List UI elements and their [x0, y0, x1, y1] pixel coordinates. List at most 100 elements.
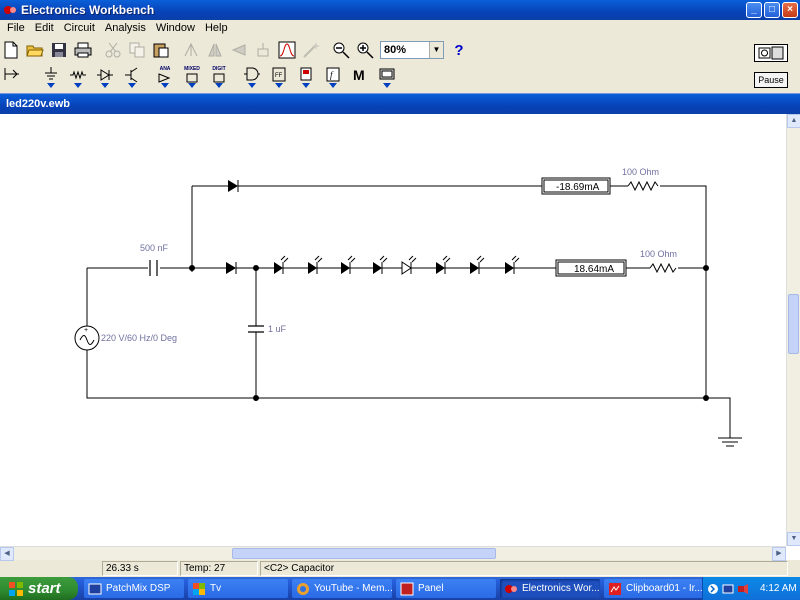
task-label: YouTube - Mem... — [314, 583, 392, 594]
window-title: Electronics Workbench — [21, 3, 155, 17]
scroll-left-icon[interactable]: ◀ — [0, 547, 14, 561]
ground-source-icon — [45, 67, 57, 80]
resistor-mid-label: 100 Ohm — [640, 249, 677, 259]
instruments-bin-button[interactable] — [375, 65, 399, 89]
task-youtube[interactable]: YouTube - Mem... — [292, 579, 392, 598]
printer-icon — [74, 42, 92, 58]
rotate-icon — [184, 42, 198, 57]
menu-file[interactable]: File — [2, 22, 30, 34]
horizontal-scroll-thumb[interactable] — [232, 548, 496, 559]
menu-help[interactable]: Help — [200, 22, 233, 34]
led-4[interactable] — [373, 255, 388, 274]
scroll-down-icon[interactable]: ▼ — [787, 532, 800, 546]
task-tv[interactable]: Tv — [188, 579, 288, 598]
media-tray-icon[interactable] — [737, 583, 749, 595]
zoom-out-icon — [333, 42, 350, 59]
task-patchmix[interactable]: PatchMix DSP — [84, 579, 184, 598]
digital-ic-label: DIGIT — [212, 66, 226, 72]
sources-bin-button[interactable] — [39, 65, 63, 89]
open-file-button[interactable] — [24, 39, 46, 61]
led-2[interactable] — [308, 255, 323, 274]
indicator-icon — [300, 67, 312, 81]
audio-mixer-tray-icon[interactable] — [722, 583, 734, 595]
ac-voltage-source[interactable]: + — [74, 325, 100, 351]
led-8[interactable] — [505, 255, 520, 274]
copy-icon — [129, 42, 145, 58]
flip-vertical-button[interactable] — [228, 39, 250, 61]
graph-button[interactable] — [276, 39, 298, 61]
flip-horizontal-button[interactable] — [204, 39, 226, 61]
led-6[interactable] — [436, 255, 451, 274]
rectifier-diode[interactable] — [226, 262, 237, 274]
minimize-button[interactable]: _ — [746, 2, 762, 18]
menu-analysis[interactable]: Analysis — [100, 22, 151, 34]
resistor-mid[interactable] — [649, 262, 677, 274]
top-diode[interactable] — [228, 180, 239, 192]
led-3[interactable] — [341, 255, 356, 274]
network-tray-icon[interactable] — [707, 583, 719, 595]
digital-bin-button[interactable]: FF — [267, 65, 291, 89]
basic-bin-button[interactable] — [66, 65, 90, 89]
zoom-select[interactable]: 80% ▼ — [380, 41, 444, 59]
diodes-bin-button[interactable] — [93, 65, 117, 89]
subcircuit-button[interactable] — [252, 39, 274, 61]
cut-button[interactable] — [102, 39, 124, 61]
start-button[interactable]: start — [0, 577, 78, 600]
paste-button[interactable] — [150, 39, 172, 61]
new-file-button[interactable] — [0, 39, 22, 61]
zoom-out-button[interactable] — [330, 39, 352, 61]
open-folder-icon — [26, 45, 44, 57]
analog-ic-bin-button[interactable]: ANA — [153, 65, 177, 89]
simulation-time: 26.33 s — [102, 561, 178, 576]
save-button[interactable] — [48, 39, 70, 61]
task-label: Panel — [418, 583, 444, 594]
close-button[interactable]: × — [782, 2, 798, 18]
flip-vertical-icon — [231, 44, 246, 56]
flip-horizontal-icon — [208, 43, 222, 57]
task-clipboard[interactable]: Clipboard01 - Ir... — [604, 579, 704, 598]
pause-button[interactable]: Pause — [754, 72, 788, 88]
resistor-top[interactable] — [627, 180, 659, 192]
led-7[interactable] — [470, 255, 485, 274]
vertical-scroll-thumb[interactable] — [788, 294, 799, 354]
indicators-bin-button[interactable] — [294, 65, 318, 89]
svg-text:FF: FF — [275, 73, 283, 79]
taskbar: start PatchMix DSP Tv YouTube - Mem... P… — [0, 577, 800, 600]
horizontal-scrollbar[interactable]: ◀ ▶ — [0, 546, 786, 561]
miscellaneous-bin-button[interactable]: M — [348, 65, 372, 89]
scissors-icon — [105, 42, 121, 58]
led-1[interactable] — [274, 255, 289, 274]
maximize-button[interactable]: □ — [764, 2, 780, 18]
zoom-in-button[interactable] — [354, 39, 376, 61]
favorites-bin-button[interactable] — [0, 65, 24, 89]
menu-circuit[interactable]: Circuit — [59, 22, 100, 34]
selection-info: <C2> Capacitor — [260, 561, 788, 576]
logic-gates-bin-button[interactable] — [240, 65, 264, 89]
mixed-ic-bin-button[interactable]: MIXED — [180, 65, 204, 89]
capacitor-c2[interactable] — [248, 325, 264, 333]
task-panel[interactable]: Panel — [396, 579, 496, 598]
copy-button[interactable] — [126, 39, 148, 61]
print-button[interactable] — [72, 39, 94, 61]
controls-bin-button[interactable]: f — [321, 65, 345, 89]
vertical-scrollbar[interactable]: ▲ ▼ — [786, 114, 800, 546]
circuit-canvas[interactable]: 500 nF 1 uF + 220 V/60 Hz/0 Deg -18.69mA… — [0, 114, 786, 546]
scroll-up-icon[interactable]: ▲ — [787, 114, 800, 128]
component-properties-button[interactable] — [300, 39, 322, 61]
led-5[interactable] — [401, 255, 417, 275]
capacitor-c1[interactable] — [149, 260, 158, 276]
digital-ic-bin-button[interactable]: DIGIT — [207, 65, 231, 89]
menu-edit[interactable]: Edit — [30, 22, 59, 34]
rotate-button[interactable] — [180, 39, 202, 61]
workbench-icon — [505, 584, 517, 593]
svg-text:M: M — [353, 67, 365, 83]
resistor-top-label: 100 Ohm — [622, 167, 659, 177]
help-button[interactable]: ? — [448, 39, 470, 61]
browser-icon — [297, 582, 309, 595]
panel-icon — [400, 582, 414, 595]
power-switch[interactable] — [754, 44, 788, 62]
task-electronics-workbench[interactable]: Electronics Wor... — [500, 579, 600, 598]
scroll-right-icon[interactable]: ▶ — [772, 547, 786, 561]
menu-window[interactable]: Window — [151, 22, 200, 34]
transistors-bin-button[interactable] — [120, 65, 144, 89]
